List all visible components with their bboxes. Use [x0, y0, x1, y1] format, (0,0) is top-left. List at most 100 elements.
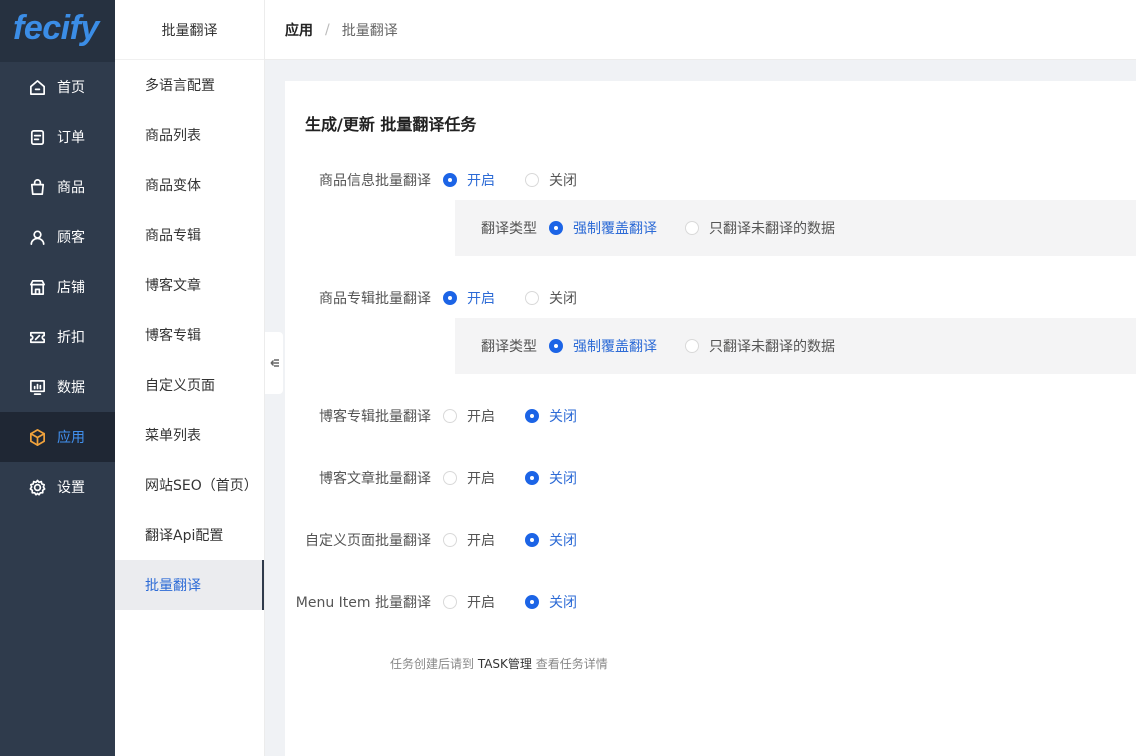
page-title: 生成/更新 批量翻译任务 [305, 115, 477, 134]
radio-only-untranslated[interactable]: 只翻译未翻译的数据 [685, 336, 835, 356]
radio-label: 开启 [467, 533, 495, 549]
radio-off[interactable]: 关闭 [525, 288, 577, 308]
radio-dot [549, 339, 563, 353]
footnote-suffix: 查看任务详情 [531, 657, 608, 671]
sub-item-blog-collections[interactable]: 博客专辑 [115, 310, 264, 360]
top-header: 应用 / 批量翻译 [265, 0, 1136, 60]
radio-dot [443, 291, 457, 305]
radio-label: 关闭 [549, 533, 577, 549]
radio-force-overwrite[interactable]: 强制覆盖翻译 [549, 336, 657, 356]
sub-item-blog-posts[interactable]: 博客文章 [115, 260, 264, 310]
radio-dot [443, 595, 457, 609]
radio-on[interactable]: 开启 [443, 530, 525, 550]
radio-off[interactable]: 关闭 [525, 468, 577, 488]
sub-item-custom-pages[interactable]: 自定义页面 [115, 360, 264, 410]
translate-type-label: 翻译类型 [481, 221, 537, 237]
sub-item-translate-api[interactable]: 翻译Api配置 [115, 510, 264, 560]
nav-item-home[interactable]: 首页 [0, 62, 115, 112]
sub-item-menu-list[interactable]: 菜单列表 [115, 410, 264, 460]
radio-off[interactable]: 关闭 [525, 406, 577, 426]
radio-dot [525, 409, 539, 423]
radio-label: 只翻译未翻译的数据 [709, 339, 835, 355]
radio-dot [525, 173, 539, 187]
radio-dot [525, 471, 539, 485]
nav-label: 订单 [57, 130, 85, 146]
radio-label: 开启 [467, 595, 495, 611]
radio-dot [525, 533, 539, 547]
radio-dot [443, 533, 457, 547]
store-icon [27, 277, 47, 297]
radio-off[interactable]: 关闭 [525, 592, 577, 612]
row-label: 博客文章批量翻译 [319, 471, 431, 487]
radio-on[interactable]: 开启 [443, 170, 525, 190]
footnote-prefix: 任务创建后请到 [390, 657, 478, 671]
nav-label: 折扣 [57, 330, 85, 346]
nav-item-data[interactable]: 数据 [0, 362, 115, 412]
row-label: 自定义页面批量翻译 [305, 533, 431, 549]
form-row-product-collections: 商品专辑批量翻译 开启 关闭 [285, 286, 607, 310]
form-row-custom-pages: 自定义页面批量翻译 开启 关闭 [285, 528, 607, 552]
nav-item-settings[interactable]: 设置 [0, 462, 115, 512]
form-row-blog-posts: 博客文章批量翻译 开启 关闭 [285, 466, 607, 490]
radio-on[interactable]: 开启 [443, 468, 525, 488]
translate-type-panel-product-collections: 翻译类型 强制覆盖翻译 只翻译未翻译的数据 [455, 318, 1136, 374]
main-sidebar: fecify 首页 订单 商品 顾客 店铺 折扣 数据 应用 设置 [0, 0, 115, 756]
chart-icon [27, 377, 47, 397]
form-row-menu-item: Menu Item 批量翻译 开启 关闭 [285, 590, 607, 614]
row-label: 商品专辑批量翻译 [319, 291, 431, 307]
breadcrumb-current: 批量翻译 [341, 22, 398, 39]
radio-label: 关闭 [549, 173, 577, 189]
sub-sidebar: 批量翻译 多语言配置 商品列表 商品变体 商品专辑 博客文章 博客专辑 自定义页… [115, 0, 265, 756]
radio-dot [549, 221, 563, 235]
radio-on[interactable]: 开启 [443, 288, 525, 308]
collapse-sidebar-button[interactable] [265, 332, 283, 394]
row-label: Menu Item 批量翻译 [295, 595, 431, 611]
batch-translate-form: 生成/更新 批量翻译任务 商品信息批量翻译 开启 关闭 翻译类型 强制覆盖翻译 … [285, 81, 1136, 756]
radio-off[interactable]: 关闭 [525, 530, 577, 550]
sub-item-product-variants[interactable]: 商品变体 [115, 160, 264, 210]
home-icon [27, 77, 47, 97]
radio-dot [525, 595, 539, 609]
radio-label: 只翻译未翻译的数据 [709, 221, 835, 237]
nav-item-customers[interactable]: 顾客 [0, 212, 115, 262]
radio-label: 开启 [467, 409, 495, 425]
sub-item-site-seo[interactable]: 网站SEO（首页） [115, 460, 264, 510]
radio-off[interactable]: 关闭 [525, 170, 577, 190]
sub-item-product-list[interactable]: 商品列表 [115, 110, 264, 160]
form-row-blog-collections: 博客专辑批量翻译 开启 关闭 [285, 404, 607, 428]
task-management-link[interactable]: TASK管理 [478, 657, 532, 671]
sub-sidebar-title: 批量翻译 [115, 0, 264, 60]
nav-label: 设置 [57, 480, 85, 496]
radio-label: 强制覆盖翻译 [573, 221, 657, 237]
breadcrumb-separator: / [325, 21, 330, 38]
collapse-icon [270, 359, 279, 367]
logo-text: fecify [13, 9, 99, 47]
cube-icon [27, 427, 47, 447]
nav-item-apps[interactable]: 应用 [0, 412, 115, 462]
logo[interactable]: fecify [0, 0, 115, 62]
nav-label: 商品 [57, 180, 85, 196]
sub-item-product-collections[interactable]: 商品专辑 [115, 210, 264, 260]
radio-label: 关闭 [549, 291, 577, 307]
gear-icon [27, 477, 47, 497]
sub-item-batch-translate[interactable]: 批量翻译 [115, 560, 264, 610]
radio-force-overwrite[interactable]: 强制覆盖翻译 [549, 218, 657, 238]
order-icon [27, 127, 47, 147]
nav-item-discount[interactable]: 折扣 [0, 312, 115, 362]
radio-dot [443, 471, 457, 485]
translate-type-panel-product-info: 翻译类型 强制覆盖翻译 只翻译未翻译的数据 [455, 200, 1136, 256]
breadcrumb-root[interactable]: 应用 [285, 20, 313, 40]
row-label: 商品信息批量翻译 [319, 173, 431, 189]
nav-label: 顾客 [57, 230, 85, 246]
nav-item-store[interactable]: 店铺 [0, 262, 115, 312]
form-row-product-info: 商品信息批量翻译 开启 关闭 [285, 168, 607, 192]
sub-item-languages[interactable]: 多语言配置 [115, 60, 264, 110]
radio-only-untranslated[interactable]: 只翻译未翻译的数据 [685, 218, 835, 238]
radio-on[interactable]: 开启 [443, 406, 525, 426]
radio-dot [443, 409, 457, 423]
nav-label: 数据 [57, 380, 85, 396]
radio-on[interactable]: 开启 [443, 592, 525, 612]
nav-item-products[interactable]: 商品 [0, 162, 115, 212]
nav-item-orders[interactable]: 订单 [0, 112, 115, 162]
radio-dot [443, 173, 457, 187]
